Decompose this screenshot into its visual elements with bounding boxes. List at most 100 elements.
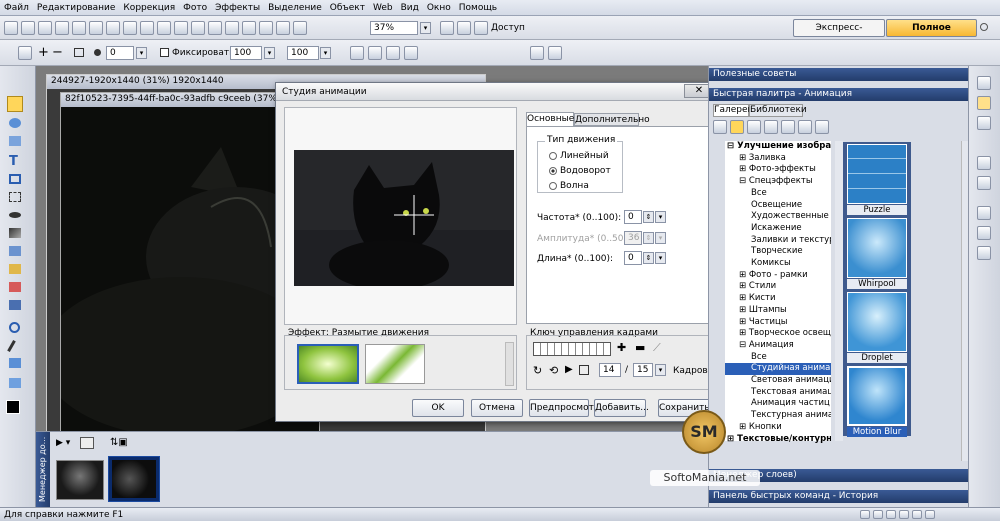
tree-item[interactable]: ⊞ Фото - рамки bbox=[725, 270, 831, 282]
status-icon-5[interactable] bbox=[912, 510, 922, 519]
web-icon[interactable] bbox=[293, 21, 307, 35]
width-spin-icon[interactable]: ▾ bbox=[264, 47, 275, 59]
redeye-tool-icon[interactable] bbox=[9, 212, 21, 218]
tree-item[interactable]: ⊞ Частицы bbox=[725, 317, 831, 329]
remove-key-icon[interactable]: ▬ bbox=[635, 341, 645, 354]
amplitude-input[interactable]: 36 bbox=[624, 231, 642, 245]
tree-item[interactable]: ⊞ Творческое освещение bbox=[725, 328, 831, 340]
brush-tool-icon[interactable] bbox=[9, 228, 21, 238]
feather-spin-icon[interactable]: ▾ bbox=[136, 47, 147, 59]
help-icon[interactable] bbox=[980, 23, 988, 31]
current-frame-input[interactable]: 14 bbox=[599, 363, 621, 377]
zoom-dropdown-icon[interactable]: ▾ bbox=[420, 22, 431, 34]
radio-linear[interactable]: Линейный bbox=[549, 151, 609, 161]
palette-search-icon[interactable] bbox=[798, 120, 812, 134]
subtract-icon[interactable]: − bbox=[52, 45, 63, 60]
palette-options-icon[interactable] bbox=[815, 120, 829, 134]
play-icon[interactable]: ▶ bbox=[565, 364, 573, 375]
total-frames-input[interactable]: 15 bbox=[633, 363, 653, 377]
crop-icon[interactable] bbox=[191, 21, 205, 35]
lock-icon[interactable] bbox=[474, 21, 488, 35]
menu-item-1[interactable]: Редактирование bbox=[37, 3, 116, 13]
status-icon-3[interactable] bbox=[886, 510, 896, 519]
status-icon-6[interactable] bbox=[925, 510, 935, 519]
smart-select-icon[interactable] bbox=[368, 46, 382, 60]
frequency-input[interactable]: 0 bbox=[624, 210, 642, 224]
tree-item[interactable]: Студийная анимация bbox=[725, 363, 831, 376]
dock-icon-8[interactable] bbox=[977, 246, 991, 260]
status-icon-1[interactable] bbox=[860, 510, 870, 519]
tree-item[interactable]: ⊞ Текстовые/контурные эф... bbox=[725, 434, 831, 446]
tab-advanced[interactable]: Дополнительно bbox=[574, 113, 650, 126]
tree-scrollbar[interactable] bbox=[835, 141, 843, 441]
tree-item[interactable]: Освещение bbox=[725, 200, 831, 212]
film-thumb-1[interactable] bbox=[56, 460, 104, 500]
rect-shape-icon[interactable] bbox=[74, 48, 84, 57]
brush-dot-icon[interactable] bbox=[94, 49, 101, 56]
height-field[interactable]: 100 bbox=[287, 46, 319, 60]
rewind-icon[interactable]: ⟲ bbox=[549, 364, 558, 377]
tree-item[interactable]: ⊟ Анимация bbox=[725, 340, 831, 352]
clone-tool-icon[interactable] bbox=[9, 246, 21, 256]
add-button[interactable]: Добавить... bbox=[594, 399, 649, 417]
amplitude-slider-icon[interactable]: ▾ bbox=[655, 232, 666, 244]
scan-icon[interactable] bbox=[72, 21, 86, 35]
menu-item-10[interactable]: Помощь bbox=[459, 3, 497, 13]
new-file-icon[interactable] bbox=[4, 21, 18, 35]
apply-check-icon[interactable] bbox=[548, 46, 562, 60]
select-tool-icon[interactable] bbox=[7, 96, 23, 112]
length-slider-icon[interactable]: ▾ bbox=[655, 252, 666, 264]
palette-view-icon[interactable] bbox=[764, 120, 778, 134]
palette-person-icon[interactable] bbox=[747, 120, 761, 134]
film-thumb-2[interactable] bbox=[108, 456, 160, 502]
tree-item[interactable]: Заливки и текстуры bbox=[725, 235, 831, 247]
tree-item[interactable]: ⊟ Спецэффекты bbox=[725, 176, 831, 188]
camera-icon[interactable] bbox=[89, 21, 103, 35]
express-mode-button[interactable]: Экспресс-коррекция bbox=[793, 19, 885, 49]
gallery-thumb-motion-blur[interactable] bbox=[847, 366, 907, 426]
tree-item[interactable]: Комиксы bbox=[725, 258, 831, 270]
zoom-out-icon[interactable] bbox=[457, 21, 471, 35]
tree-item[interactable]: Все bbox=[725, 188, 831, 200]
foreground-color-swatch[interactable] bbox=[6, 400, 20, 414]
undo-icon[interactable] bbox=[157, 21, 171, 35]
paste-icon[interactable] bbox=[140, 21, 154, 35]
status-icon-4[interactable] bbox=[899, 510, 909, 519]
dock-icon-3[interactable] bbox=[977, 116, 991, 130]
full-edit-button[interactable]: Полное редактиров... bbox=[886, 19, 977, 49]
stop-icon[interactable] bbox=[579, 365, 589, 375]
radio-wave[interactable]: Волна bbox=[549, 181, 589, 191]
text-tool-icon[interactable]: T bbox=[9, 154, 18, 169]
flip-icon[interactable] bbox=[242, 21, 256, 35]
palette-back-icon[interactable] bbox=[713, 120, 727, 134]
menu-item-0[interactable]: Файл bbox=[4, 3, 29, 13]
access-label[interactable]: Доступ bbox=[491, 23, 525, 33]
menu-item-2[interactable]: Коррекция bbox=[123, 3, 175, 13]
dock-icon-7[interactable] bbox=[977, 226, 991, 240]
amplitude-spin-icon[interactable]: ⇕ bbox=[643, 232, 654, 244]
dock-icon-5[interactable] bbox=[977, 176, 991, 190]
filter-icon[interactable] bbox=[259, 21, 273, 35]
crop-tool-icon[interactable] bbox=[9, 174, 21, 184]
gallery-thumb-puzzle[interactable] bbox=[847, 144, 907, 204]
width-field[interactable]: 100 bbox=[230, 46, 262, 60]
loop-icon[interactable]: ↻ bbox=[533, 364, 542, 377]
menu-item-4[interactable]: Эффекты bbox=[215, 3, 260, 13]
tree-item[interactable]: Текстурная анимация bbox=[725, 410, 831, 422]
eraser-tool-icon[interactable] bbox=[9, 282, 21, 292]
add-key-icon[interactable]: ✚ bbox=[617, 341, 626, 354]
cat-preview-image[interactable] bbox=[294, 150, 514, 286]
organizer-tools-icon[interactable]: ⇅▣ bbox=[110, 437, 128, 448]
gallery-scrollbar[interactable] bbox=[961, 141, 968, 461]
palette-header[interactable]: Быстрая палитра - Анимация bbox=[709, 88, 969, 101]
frequency-slider-icon[interactable]: ▾ bbox=[655, 211, 666, 223]
resize-icon[interactable] bbox=[208, 21, 222, 35]
effect-scrollbar[interactable] bbox=[505, 342, 514, 386]
tree-item[interactable]: ⊞ Штампы bbox=[725, 305, 831, 317]
tree-item[interactable]: ⊞ Кисти bbox=[725, 293, 831, 305]
menu-item-8[interactable]: Вид bbox=[401, 3, 419, 13]
history-header[interactable]: Панель быстрых команд - История bbox=[709, 490, 969, 503]
rotate-icon[interactable] bbox=[225, 21, 239, 35]
menu-item-3[interactable]: Фото bbox=[183, 3, 207, 13]
tree-item[interactable]: Искажение bbox=[725, 223, 831, 235]
